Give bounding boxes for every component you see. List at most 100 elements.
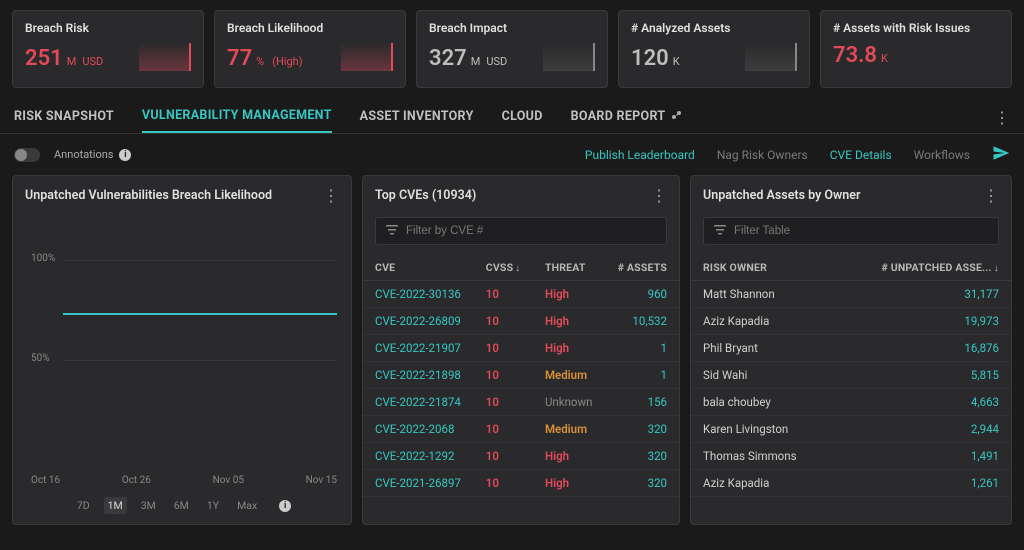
cve-filter-input[interactable] (406, 225, 656, 237)
cve-details-link[interactable]: CVE Details (830, 148, 892, 162)
table-row[interactable]: CVE-2022-2680910High10,532 (363, 308, 679, 335)
cvss-value: 10 (474, 335, 533, 362)
kpi-row: Breach Risk 251M USD Breach Likelihood 7… (0, 0, 1024, 96)
col-unpatched[interactable]: # UNPATCHED ASSE...↓ (836, 253, 1011, 281)
action-bar: Annotations i Publish Leaderboard Nag Ri… (0, 134, 1024, 175)
asset-count[interactable]: 320 (605, 470, 679, 497)
unpatched-count[interactable]: 4,663 (836, 389, 1011, 416)
owner-name: Phil Bryant (691, 335, 836, 362)
asset-count[interactable]: 960 (605, 281, 679, 308)
table-row[interactable]: CVE-2022-2190710High1 (363, 335, 679, 362)
asset-count[interactable]: 156 (605, 389, 679, 416)
kpi-unit: K (673, 55, 680, 68)
kpi-breach-risk[interactable]: Breach Risk 251M USD (12, 10, 204, 88)
cve-link[interactable]: CVE-2022-21874 (363, 389, 474, 416)
unpatched-count[interactable]: 1,261 (836, 470, 1011, 497)
threat-value: High (533, 308, 605, 335)
panel-title: Unpatched Vulnerabilities Breach Likelih… (25, 188, 272, 203)
tab-overflow-menu[interactable]: ⋮ (994, 108, 1010, 127)
kpi-assets-risk-issues[interactable]: # Assets with Risk Issues 73.8K (820, 10, 1012, 88)
tab-risk-snapshot[interactable]: RISK SNAPSHOT (14, 103, 114, 132)
range-6m[interactable]: 6M (170, 497, 193, 514)
workflows-link[interactable]: Workflows (914, 148, 970, 162)
tab-vulnerability-management[interactable]: VULNERABILITY MANAGEMENT (142, 102, 332, 133)
unpatched-count[interactable]: 2,944 (836, 416, 1011, 443)
info-icon[interactable]: i (119, 149, 131, 161)
table-row[interactable]: Matt Shannon31,177 (691, 281, 1011, 308)
table-row[interactable]: Thomas Simmons1,491 (691, 443, 1011, 470)
unpatched-count[interactable]: 31,177 (836, 281, 1011, 308)
panel-menu-icon[interactable]: ⋮ (323, 186, 339, 205)
cve-link[interactable]: CVE-2022-21907 (363, 335, 474, 362)
sort-desc-icon: ↓ (994, 263, 999, 274)
table-row[interactable]: CVE-2021-2689710High320 (363, 470, 679, 497)
asset-count[interactable]: 1 (605, 362, 679, 389)
tab-board-report[interactable]: BOARD REPORT (571, 103, 684, 132)
send-icon[interactable] (992, 144, 1010, 165)
asset-count[interactable]: 320 (605, 443, 679, 470)
range-7d[interactable]: 7D (73, 497, 94, 514)
owner-filter-input[interactable] (734, 225, 988, 237)
cvss-value: 10 (474, 389, 533, 416)
kpi-breach-likelihood[interactable]: Breach Likelihood 77% (High) (214, 10, 406, 88)
table-row[interactable]: bala choubey4,663 (691, 389, 1011, 416)
table-row[interactable]: Karen Livingston2,944 (691, 416, 1011, 443)
kpi-breach-impact[interactable]: Breach Impact 327M USD (416, 10, 608, 88)
threat-value: High (533, 281, 605, 308)
cve-link[interactable]: CVE-2022-21898 (363, 362, 474, 389)
cve-filter[interactable] (375, 217, 667, 245)
col-assets[interactable]: # ASSETS (605, 253, 679, 281)
range-1y[interactable]: 1Y (203, 497, 223, 514)
col-owner[interactable]: RISK OWNER (691, 253, 836, 281)
asset-count[interactable]: 10,532 (605, 308, 679, 335)
unpatched-count[interactable]: 16,876 (836, 335, 1011, 362)
table-row[interactable]: Aziz Kapadia19,973 (691, 308, 1011, 335)
cve-link[interactable]: CVE-2022-2068 (363, 416, 474, 443)
kpi-value: 73.8 (833, 43, 877, 68)
time-range-selector: 7D 1M 3M 6M 1Y Max i (13, 497, 351, 514)
table-row[interactable]: Sid Wahi5,815 (691, 362, 1011, 389)
cvss-value: 10 (474, 470, 533, 497)
sort-desc-icon: ↓ (515, 263, 520, 274)
share-icon (671, 110, 683, 123)
asset-count[interactable]: 1 (605, 335, 679, 362)
unpatched-count[interactable]: 5,815 (836, 362, 1011, 389)
owner-filter[interactable] (703, 217, 999, 245)
cve-link[interactable]: CVE-2022-1292 (363, 443, 474, 470)
x-tick: Oct 16 (31, 475, 60, 486)
table-row[interactable]: CVE-2022-206810Medium320 (363, 416, 679, 443)
table-row[interactable]: CVE-2022-129210High320 (363, 443, 679, 470)
table-row[interactable]: Aziz Kapadia1,261 (691, 470, 1011, 497)
kpi-unit: % (256, 55, 264, 68)
col-cve[interactable]: CVE (363, 253, 474, 281)
threat-value: Medium (533, 416, 605, 443)
table-row[interactable]: Phil Bryant16,876 (691, 335, 1011, 362)
table-row[interactable]: CVE-2022-3013610High960 (363, 281, 679, 308)
cve-link[interactable]: CVE-2021-26897 (363, 470, 474, 497)
cvss-value: 10 (474, 443, 533, 470)
asset-count[interactable]: 320 (605, 416, 679, 443)
nag-risk-owners-link[interactable]: Nag Risk Owners (717, 148, 808, 162)
unpatched-count[interactable]: 1,491 (836, 443, 1011, 470)
range-3m[interactable]: 3M (137, 497, 160, 514)
range-1m[interactable]: 1M (104, 497, 127, 514)
col-cvss[interactable]: CVSS↓ (474, 253, 533, 281)
info-icon[interactable]: i (279, 500, 291, 512)
range-max[interactable]: Max (233, 497, 261, 514)
annotations-toggle[interactable] (14, 148, 40, 162)
unpatched-count[interactable]: 19,973 (836, 308, 1011, 335)
panel-menu-icon[interactable]: ⋮ (651, 186, 667, 205)
cve-link[interactable]: CVE-2022-26809 (363, 308, 474, 335)
table-row[interactable]: CVE-2022-2189810Medium1 (363, 362, 679, 389)
tab-cloud[interactable]: CLOUD (502, 103, 543, 132)
chart-area[interactable]: 100% 50% Oct 16 Oct 26 Nov 05 Nov 15 7D … (13, 213, 351, 524)
cve-link[interactable]: CVE-2022-30136 (363, 281, 474, 308)
tab-asset-inventory[interactable]: ASSET INVENTORY (360, 103, 474, 132)
table-row[interactable]: CVE-2022-2187410Unknown156 (363, 389, 679, 416)
panel-breach-likelihood-chart: Unpatched Vulnerabilities Breach Likelih… (12, 175, 352, 525)
col-threat[interactable]: THREAT (533, 253, 605, 281)
sparkline (341, 43, 393, 71)
publish-leaderboard-link[interactable]: Publish Leaderboard (585, 148, 695, 162)
kpi-analyzed-assets[interactable]: # Analyzed Assets 120K (618, 10, 810, 88)
panel-menu-icon[interactable]: ⋮ (983, 186, 999, 205)
